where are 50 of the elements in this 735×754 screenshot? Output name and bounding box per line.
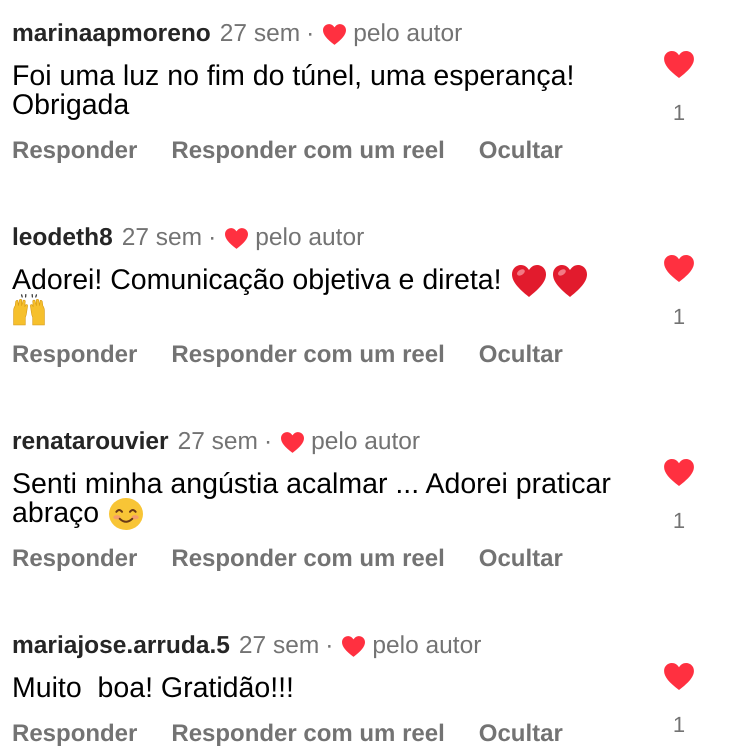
like-count: 1 bbox=[672, 100, 686, 126]
post-time: 27 sem bbox=[122, 224, 202, 252]
raised-hands-emoji-icon bbox=[12, 294, 46, 326]
like-count: 1 bbox=[672, 304, 686, 330]
comment-text: Adorei! Comunicação objetiva e direta! bbox=[12, 266, 502, 295]
hide-button[interactable]: Ocultar bbox=[478, 137, 563, 165]
author-like-label: pelo autor bbox=[255, 224, 364, 252]
heart-icon bbox=[281, 432, 304, 452]
reel-reply-button[interactable]: Responder com um reel bbox=[171, 720, 445, 748]
like-count: 1 bbox=[672, 508, 686, 534]
author-like-label: pelo autor bbox=[372, 632, 482, 660]
comment-text: abraço bbox=[12, 499, 100, 528]
heart-icon bbox=[323, 24, 346, 44]
post-time: 27 sem bbox=[238, 632, 320, 660]
meta-separator: · bbox=[325, 632, 334, 660]
heart-icon[interactable] bbox=[664, 459, 694, 486]
heart-icon[interactable] bbox=[664, 255, 694, 282]
like-count: 1 bbox=[672, 712, 686, 738]
comment-text: Muito boa! Gratidão!!! bbox=[12, 674, 294, 703]
reel-reply-button[interactable]: Responder com um reel bbox=[171, 545, 445, 573]
reel-reply-button[interactable]: Responder com um reel bbox=[171, 341, 445, 369]
heart-icon bbox=[225, 228, 248, 248]
heart-emoji-icon bbox=[512, 264, 546, 296]
reply-button[interactable]: Responder bbox=[12, 720, 138, 748]
heart-icon bbox=[342, 636, 366, 656]
smiling-face-emoji-icon bbox=[109, 498, 144, 530]
username[interactable]: marinaapmoreno bbox=[12, 20, 211, 48]
reply-button[interactable]: Responder bbox=[12, 341, 138, 369]
post-time: 27 sem bbox=[220, 20, 300, 48]
hide-button[interactable]: Ocultar bbox=[478, 545, 563, 573]
heart-emoji-icon bbox=[552, 264, 587, 296]
reply-button[interactable]: Responder bbox=[12, 137, 138, 165]
reel-reply-button[interactable]: Responder com um reel bbox=[171, 137, 445, 165]
username[interactable]: mariajose.arruda.5 bbox=[12, 632, 230, 660]
author-like-label: pelo autor bbox=[353, 20, 462, 48]
meta-separator: · bbox=[264, 428, 272, 456]
username[interactable]: renatarouvier bbox=[12, 428, 169, 456]
comment-text: Foi uma luz no fim do túnel, uma esperança! bbox=[12, 62, 574, 91]
reply-button[interactable]: Responder bbox=[12, 545, 138, 573]
hide-button[interactable]: Ocultar bbox=[478, 720, 563, 748]
post-time: 27 sem bbox=[178, 428, 258, 456]
meta-separator: · bbox=[306, 20, 314, 48]
comment-text: Senti minha angústia acalmar ... Adorei praticar bbox=[12, 470, 611, 499]
hide-button[interactable]: Ocultar bbox=[478, 341, 563, 369]
heart-icon[interactable] bbox=[664, 663, 694, 690]
meta-separator: · bbox=[208, 224, 216, 252]
author-like-label: pelo autor bbox=[311, 428, 420, 456]
heart-icon[interactable] bbox=[664, 51, 694, 78]
comment-text: Obrigada bbox=[12, 91, 130, 120]
username[interactable]: leodeth8 bbox=[12, 224, 113, 252]
